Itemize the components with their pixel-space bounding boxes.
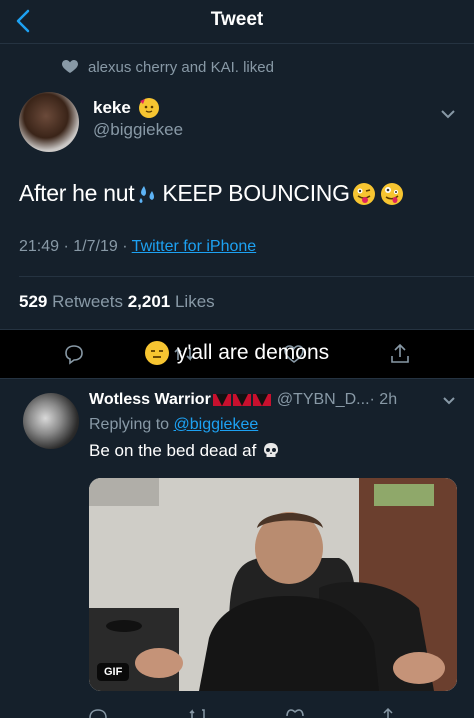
retweets-count[interactable]: 529 (19, 292, 47, 311)
liked-by-text: alexus cherry and KAI. liked (88, 58, 274, 76)
tweet-text-part-2: KEEP BOUNCING (162, 180, 350, 206)
retweet-icon[interactable] (188, 706, 208, 718)
tweet-stats: 529 Retweets 2,201 Likes (19, 292, 215, 312)
social-context: alexus cherry and KAI. liked (62, 57, 274, 77)
caption-text: y'all are demons (176, 341, 330, 364)
tweet-text-part-1: After he nut (19, 180, 135, 206)
reply-text-content: Be on the bed dead af (89, 441, 257, 460)
flag-icon (212, 394, 231, 406)
reply-time: · 2h (369, 391, 398, 408)
author-name: keke (93, 98, 131, 117)
replying-to: Replying to @biggiekee (89, 416, 258, 434)
flag-icon (252, 394, 271, 406)
expressionless-face-emoji-icon (144, 341, 169, 365)
replying-to-prefix: Replying to (89, 416, 174, 433)
gif-badge: GIF (97, 663, 130, 681)
divider (0, 378, 474, 379)
reply-author-handle: @TYBN_D... (276, 391, 370, 408)
tweet-timestamp: 21:49 · 1/7/19 · (19, 238, 132, 255)
gif-media[interactable]: GIF (89, 478, 457, 691)
chevron-down-icon[interactable] (442, 396, 456, 406)
sweat-droplets-emoji-icon (139, 185, 155, 203)
heart-icon (62, 60, 78, 73)
retweets-label[interactable]: Retweets (47, 292, 127, 311)
tongue-wink-emoji-icon (352, 182, 375, 205)
zany-face-emoji-icon (380, 182, 403, 205)
caption-overlay: y'all are demons (0, 341, 474, 365)
replying-to-handle[interactable]: @biggiekee (174, 416, 259, 433)
page-title: Tweet (210, 9, 264, 30)
tweet-source-link[interactable]: Twitter for iPhone (132, 238, 257, 255)
chevron-down-icon[interactable] (440, 108, 456, 120)
divider (19, 276, 474, 277)
skull-emoji-icon (264, 443, 279, 457)
reply-avatar[interactable] (23, 393, 79, 449)
author-handle[interactable]: @biggiekee (93, 120, 183, 140)
likes-count[interactable]: 2,201 (128, 292, 171, 311)
avatar[interactable] (19, 92, 79, 152)
reply-text: Be on the bed dead af (89, 441, 280, 461)
like-icon[interactable] (285, 706, 305, 718)
reply-author-row[interactable]: Wotless Warrior @TYBN_D... · 2h (89, 391, 397, 409)
party-face-emoji-icon (138, 98, 159, 118)
flag-icon (232, 394, 251, 406)
likes-label[interactable]: Likes (170, 292, 215, 311)
author-name-row[interactable]: keke (93, 98, 159, 118)
gif-frame-image (89, 478, 457, 691)
reply-author-name: Wotless Warrior (89, 391, 211, 408)
top-nav-bar: Tweet (0, 0, 474, 44)
tweet-text: After he nut KEEP BOUNCING (19, 180, 406, 207)
tweet-meta: 21:49 · 1/7/19 · Twitter for iPhone (19, 238, 256, 256)
share-icon[interactable] (378, 706, 398, 718)
reply-icon[interactable] (88, 706, 108, 718)
